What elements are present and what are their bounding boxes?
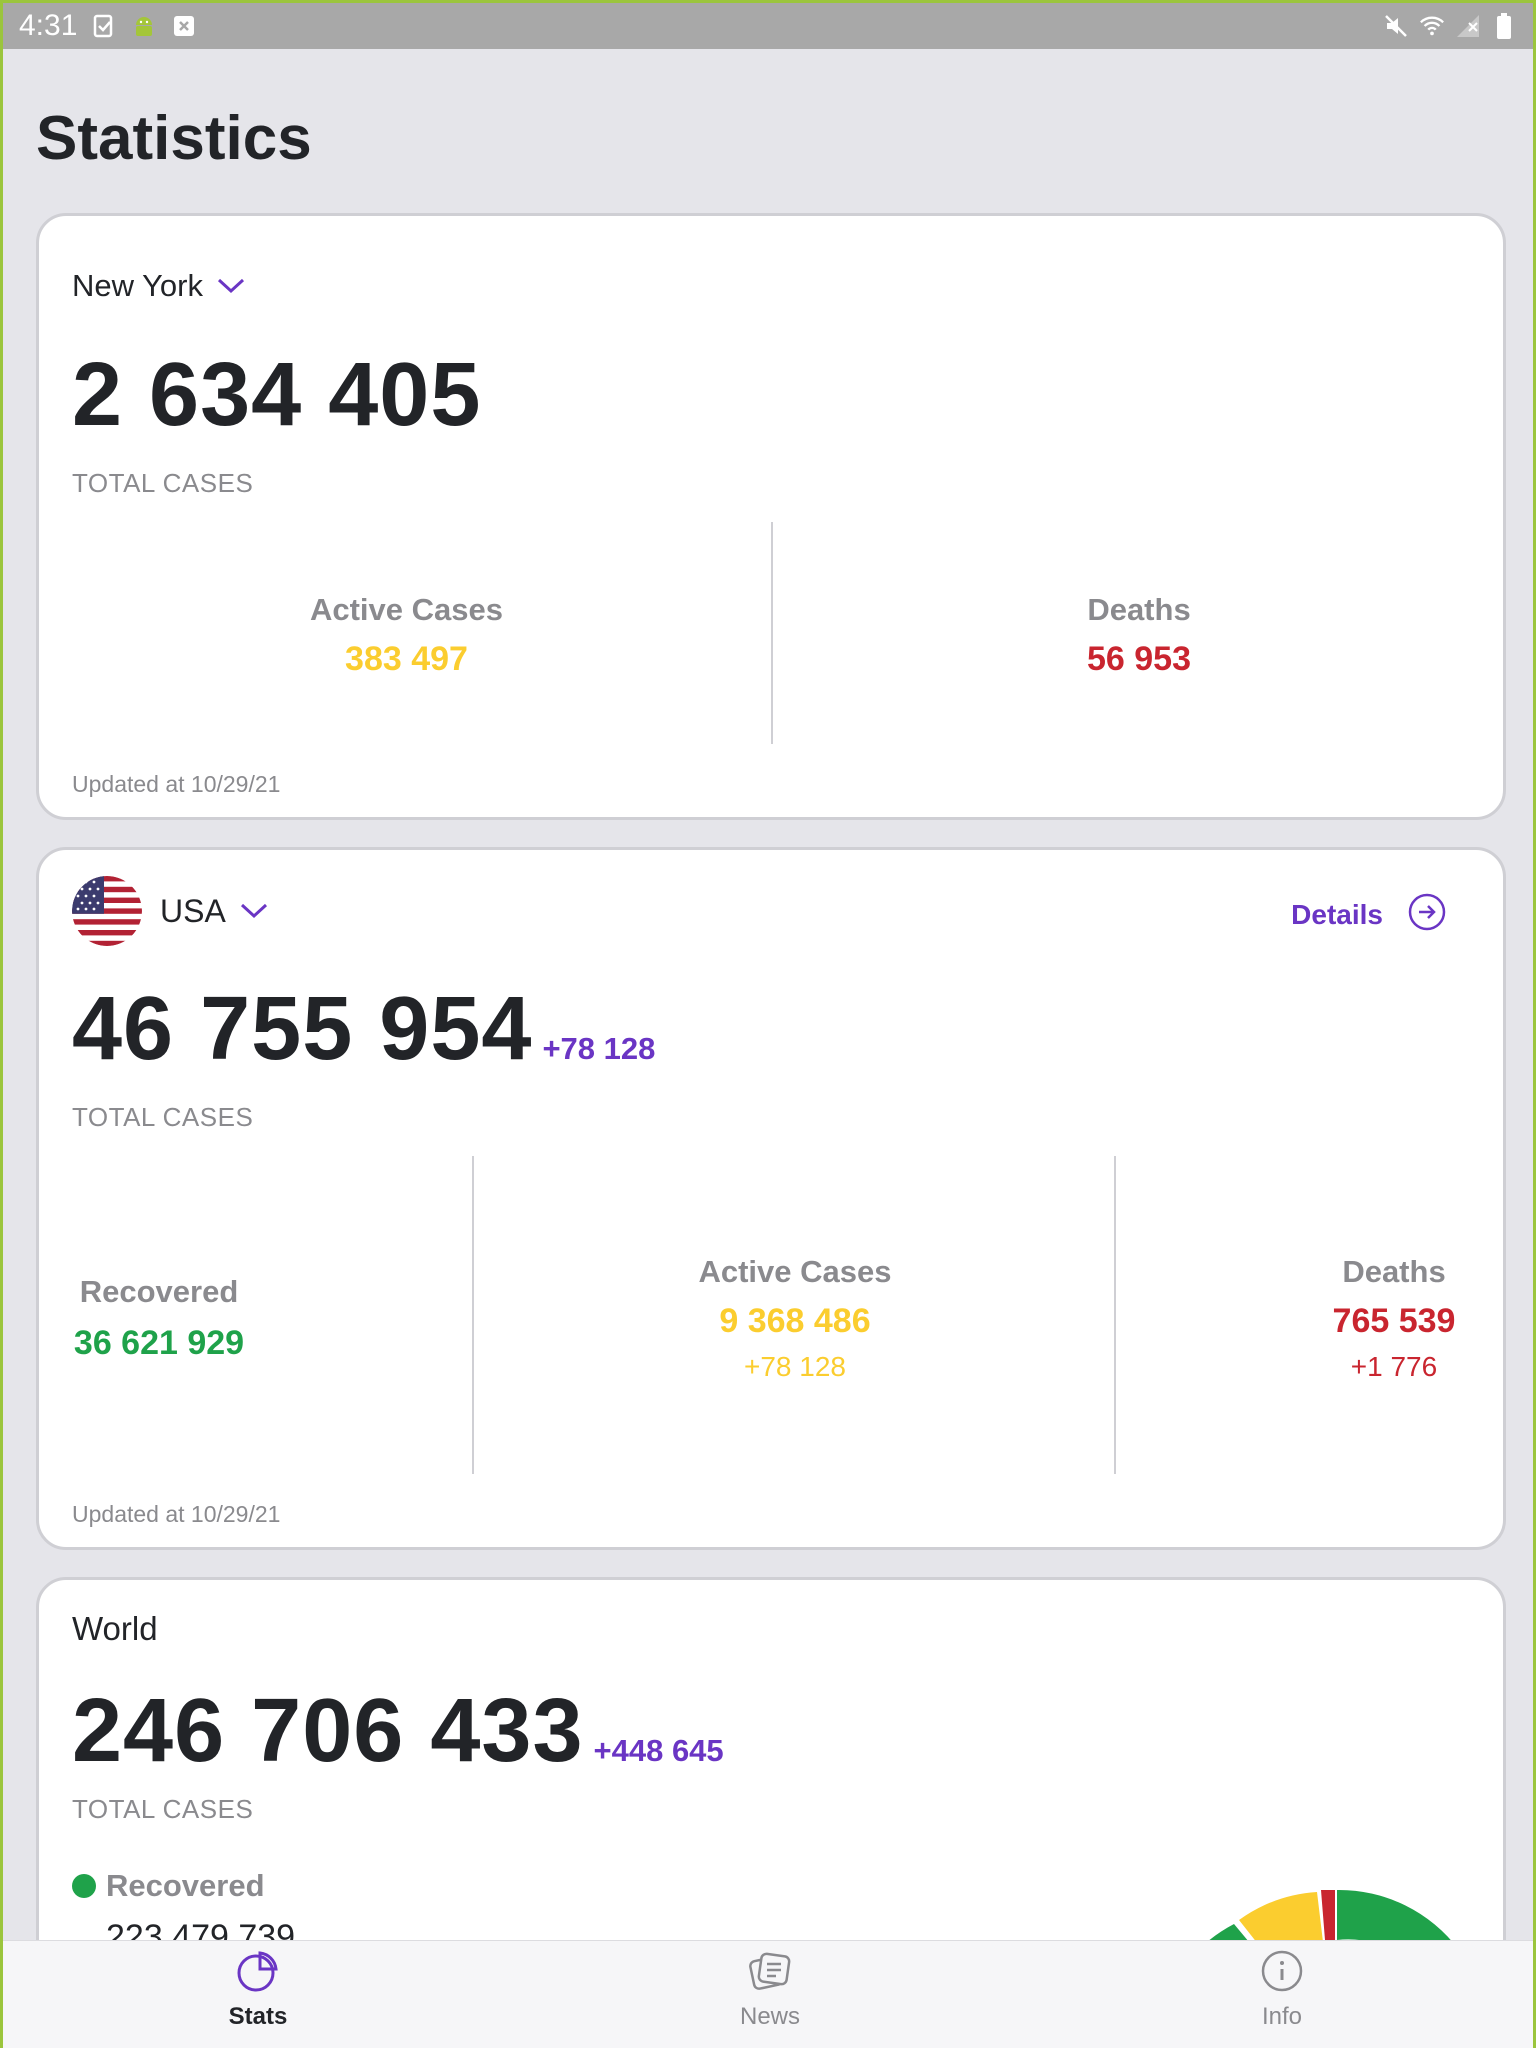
updated-timestamp: Updated at 10/29/21	[72, 1501, 281, 1527]
legend-recovered: Recovered	[72, 1868, 265, 1904]
active-cases-stat: Active Cases 9 368 486 +78 128	[474, 1254, 1116, 1383]
region-card-new-york: New York 2 634 405 TOTAL CASES Active Ca…	[36, 213, 1506, 820]
recovered-label: Recovered	[79, 1274, 239, 1309]
total-cases-label: TOTAL CASES	[72, 1102, 254, 1132]
chevron-down-icon[interactable]	[217, 276, 245, 296]
chevron-down-icon[interactable]	[240, 901, 268, 921]
active-cases-value: 383 497	[345, 640, 468, 678]
deaths-label: Deaths	[1342, 1254, 1446, 1289]
status-bar: 4:31	[3, 3, 1533, 49]
usa-flag-icon	[72, 876, 142, 946]
nav-info-label: Info	[1261, 2003, 1303, 2030]
battery-icon	[1491, 13, 1517, 39]
total-cases-value: 246 706 433 +448 645	[72, 1680, 724, 1783]
pie-chart-icon	[236, 1949, 280, 1993]
info-icon	[1260, 1949, 1304, 1993]
country-selector[interactable]: USA	[72, 876, 268, 946]
active-cases-label: Active Cases	[698, 1254, 892, 1289]
updated-timestamp: Updated at 10/29/21	[72, 771, 281, 797]
region-selector[interactable]: New York	[72, 268, 245, 304]
divider	[1114, 1156, 1116, 1474]
nav-info[interactable]: Info	[1212, 1949, 1352, 2031]
active-cases-stat: Active Cases 383 497	[39, 592, 774, 679]
details-link[interactable]: Details	[1291, 892, 1447, 937]
green-dot-icon	[72, 1874, 96, 1898]
android-icon	[131, 13, 157, 39]
arrow-circle-right-icon[interactable]	[1407, 892, 1447, 937]
deaths-value: 56 953	[1087, 640, 1191, 678]
status-time: 4:31	[19, 9, 78, 42]
close-box-icon	[171, 13, 197, 39]
nav-stats[interactable]: Stats	[188, 1949, 328, 2031]
bottom-nav: Stats News Info	[3, 1940, 1533, 2048]
divider	[771, 522, 773, 744]
no-signal-icon	[1455, 13, 1481, 39]
region-card-usa: USA Details 46 755 954 +78 128 TOTAL CASE…	[36, 847, 1506, 1550]
page-title: Statistics	[36, 104, 312, 173]
clipboard-check-icon	[91, 13, 117, 39]
total-cases-number: 246 706 433	[72, 1681, 584, 1781]
mute-icon	[1383, 13, 1409, 39]
recovered-value: 36 621 929	[73, 1324, 245, 1362]
recovered-label: Recovered	[106, 1868, 265, 1903]
deaths-label: Deaths	[1087, 592, 1191, 627]
active-cases-delta: +78 128	[744, 1351, 846, 1382]
total-cases-label: TOTAL CASES	[72, 468, 254, 498]
total-cases-delta: +78 128	[542, 1031, 656, 1066]
deaths-delta: +1 776	[1350, 1351, 1438, 1382]
deaths-value: 765 539	[1332, 1302, 1456, 1340]
total-cases-value: 46 755 954 +78 128	[72, 978, 655, 1081]
details-label: Details	[1291, 898, 1383, 930]
active-cases-value: 9 368 486	[719, 1302, 871, 1340]
total-cases-value: 2 634 405	[72, 345, 482, 445]
deaths-stat: Deaths 56 953	[774, 592, 1504, 679]
total-cases-delta: +448 645	[593, 1733, 724, 1768]
deaths-stat: Deaths 765 539 +1 776	[1309, 1254, 1479, 1383]
total-cases-number: 46 755 954	[72, 979, 533, 1079]
country-name: USA	[160, 892, 226, 929]
active-cases-label: Active Cases	[309, 592, 503, 627]
nav-news-label: News	[739, 2003, 800, 2030]
recovered-stat: Recovered 36 621 929	[59, 1274, 259, 1363]
nav-news[interactable]: News	[700, 1949, 840, 2031]
total-cases-label: TOTAL CASES	[72, 1794, 254, 1824]
wifi-icon	[1419, 13, 1445, 39]
nav-stats-label: Stats	[228, 2003, 288, 2030]
donut-deaths-segment	[1321, 1890, 1335, 1940]
region-name: New York	[72, 268, 203, 303]
news-icon	[748, 1949, 792, 1993]
region-name: World	[72, 1610, 158, 1647]
